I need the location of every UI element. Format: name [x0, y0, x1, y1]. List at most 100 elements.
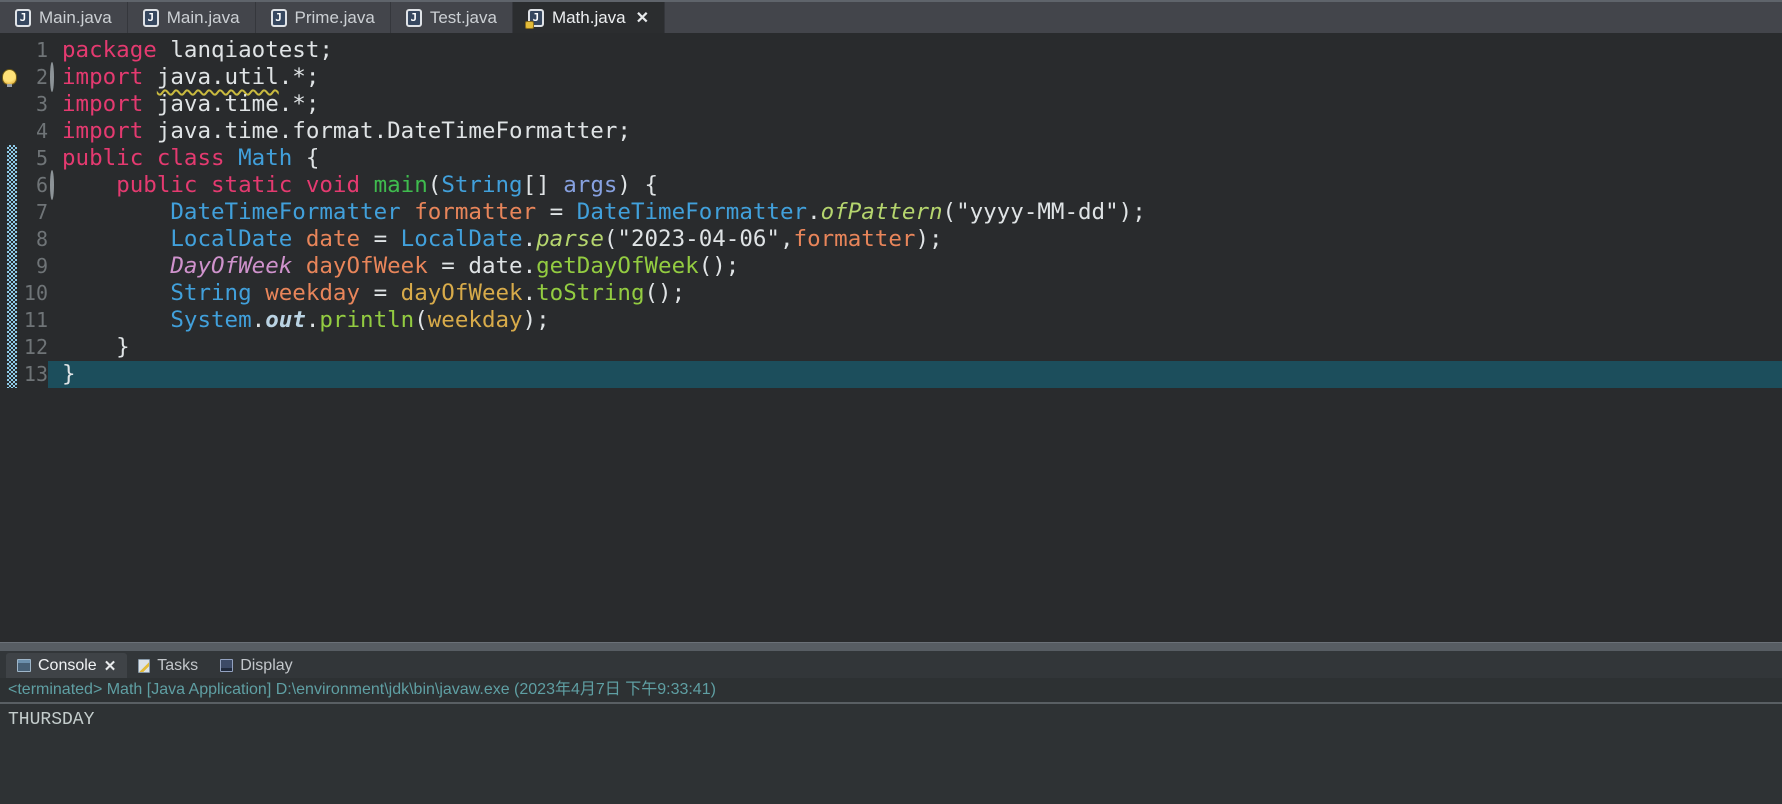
annotation-ruler-cell[interactable]: [0, 37, 22, 64]
token: import: [62, 91, 143, 117]
code-text[interactable]: package lanqiaotest;: [62, 37, 1782, 64]
token: .: [252, 307, 266, 333]
token: ();: [645, 280, 686, 306]
code-area[interactable]: 1package lanqiaotest;2 import java.util.*…: [0, 37, 1782, 388]
code-line-8[interactable]: 8 LocalDate date = LocalDate.parse("2023…: [0, 226, 1782, 253]
token: [401, 199, 415, 225]
token: );: [915, 226, 942, 252]
code-line-3[interactable]: 3import java.time.*;: [0, 91, 1782, 118]
code-line-11[interactable]: 11 System.out.println(weekday);: [0, 307, 1782, 334]
token: import: [62, 64, 143, 90]
code-editor[interactable]: 1package lanqiaotest;2 import java.util.*…: [0, 33, 1782, 642]
code-text[interactable]: import java.time.*;: [62, 91, 1782, 118]
warning-lightbulb-icon[interactable]: [2, 69, 17, 85]
editor-tab-Test.java[interactable]: J Test.java: [391, 2, 513, 33]
token: args: [563, 172, 617, 198]
annotation-ruler-cell[interactable]: [0, 118, 22, 145]
console-tab-Console[interactable]: Console ✕: [6, 653, 127, 678]
token: );: [523, 307, 550, 333]
panel-splitter[interactable]: [0, 642, 1782, 651]
tasks-icon: [138, 659, 150, 673]
code-line-1[interactable]: 1package lanqiaotest;: [0, 37, 1782, 64]
tab-close-icon[interactable]: ✕: [636, 8, 649, 28]
token: [62, 307, 170, 333]
code-text[interactable]: public class Math {: [62, 145, 1782, 172]
console-close-icon[interactable]: ✕: [104, 657, 117, 675]
token: [360, 172, 374, 198]
code-text[interactable]: DayOfWeek dayOfWeek = date.getDayOfWeek(…: [62, 253, 1782, 280]
code-line-10[interactable]: 10 String weekday = dayOfWeek.toString()…: [0, 280, 1782, 307]
token: [62, 253, 170, 279]
java-file-icon: J: [15, 9, 31, 27]
token: =: [360, 280, 401, 306]
token: package: [62, 37, 157, 63]
token: (: [943, 199, 957, 225]
code-line-9[interactable]: 9 DayOfWeek dayOfWeek = date.getDayOfWee…: [0, 253, 1782, 280]
fold-collapse-icon[interactable]: [50, 170, 54, 200]
token: }: [62, 334, 130, 360]
console-output[interactable]: THURSDAY: [0, 704, 1782, 804]
fold-margin: [48, 199, 62, 226]
token: }: [62, 361, 76, 387]
tab-label: Display: [240, 657, 292, 675]
token: java.util: [157, 64, 279, 90]
token: .: [807, 199, 821, 225]
code-line-2[interactable]: 2 import java.util.*;: [0, 64, 1782, 91]
fold-margin: [48, 280, 62, 307]
token: public static void: [116, 172, 360, 198]
token: toString: [536, 280, 644, 306]
console-tab-Tasks[interactable]: Tasks: [127, 653, 209, 678]
line-number: 2: [22, 64, 48, 91]
token: out: [265, 307, 306, 333]
code-text[interactable]: LocalDate date = LocalDate.parse("2023-0…: [62, 226, 1782, 253]
line-number: 8: [22, 226, 48, 253]
fold-margin[interactable]: [48, 172, 62, 199]
fold-margin: [48, 334, 62, 361]
token: lanqiaotest;: [157, 37, 333, 63]
token: ) {: [617, 172, 658, 198]
code-text[interactable]: System.out.println(weekday);: [62, 307, 1782, 334]
console-tab-Display[interactable]: Display: [209, 653, 303, 678]
fold-margin[interactable]: [48, 64, 62, 91]
token: String: [441, 172, 522, 198]
fold-margin: [48, 307, 62, 334]
token: formatter: [794, 226, 916, 252]
token: .: [523, 253, 537, 279]
editor-tab-Main.java[interactable]: J Main.java: [128, 2, 256, 33]
console-tab-bar: Console ✕ Tasks Display: [0, 651, 1782, 678]
editor-tab-Prime.java[interactable]: J Prime.java: [256, 2, 391, 33]
editor-tab-Math.java[interactable]: J Math.java ✕: [513, 2, 665, 33]
line-number: 5: [22, 145, 48, 172]
token: System: [170, 307, 251, 333]
token: [62, 280, 170, 306]
code-line-13[interactable]: 13}: [0, 361, 1782, 388]
code-line-6[interactable]: 6 public static void main(String[] args)…: [0, 172, 1782, 199]
token: [62, 199, 170, 225]
line-number: 13: [22, 361, 48, 388]
java-file-icon: J: [528, 9, 544, 27]
code-text[interactable]: String weekday = dayOfWeek.toString();: [62, 280, 1782, 307]
token: Math: [238, 145, 292, 171]
code-text[interactable]: public static void main(String[] args) {: [62, 172, 1782, 199]
code-line-7[interactable]: 7 DateTimeFormatter formatter = DateTime…: [0, 199, 1782, 226]
fold-margin: [48, 37, 62, 64]
tab-label: Main.java: [167, 8, 240, 28]
tab-label: Math.java: [552, 8, 626, 28]
code-line-12[interactable]: 12 }: [0, 334, 1782, 361]
code-text[interactable]: }: [62, 334, 1782, 361]
code-line-5[interactable]: 5 public class Math {: [0, 145, 1782, 172]
line-number: 6: [22, 172, 48, 199]
editor-tab-Main.java[interactable]: J Main.java: [0, 2, 128, 33]
code-text[interactable]: import java.time.format.DateTimeFormatte…: [62, 118, 1782, 145]
line-number: 11: [22, 307, 48, 334]
token: java.time.*;: [143, 91, 319, 117]
code-text[interactable]: }: [62, 361, 1782, 388]
token: println: [319, 307, 414, 333]
fold-collapse-icon[interactable]: [50, 62, 54, 92]
code-line-4[interactable]: 4import java.time.format.DateTimeFormatt…: [0, 118, 1782, 145]
tab-label: Console: [38, 657, 97, 675]
annotation-ruler-cell[interactable]: [0, 91, 22, 118]
code-text[interactable]: DateTimeFormatter formatter = DateTimeFo…: [62, 199, 1782, 226]
console-status-line: <terminated> Math [Java Application] D:\…: [0, 678, 1782, 704]
code-text[interactable]: import java.util.*;: [62, 64, 1782, 91]
